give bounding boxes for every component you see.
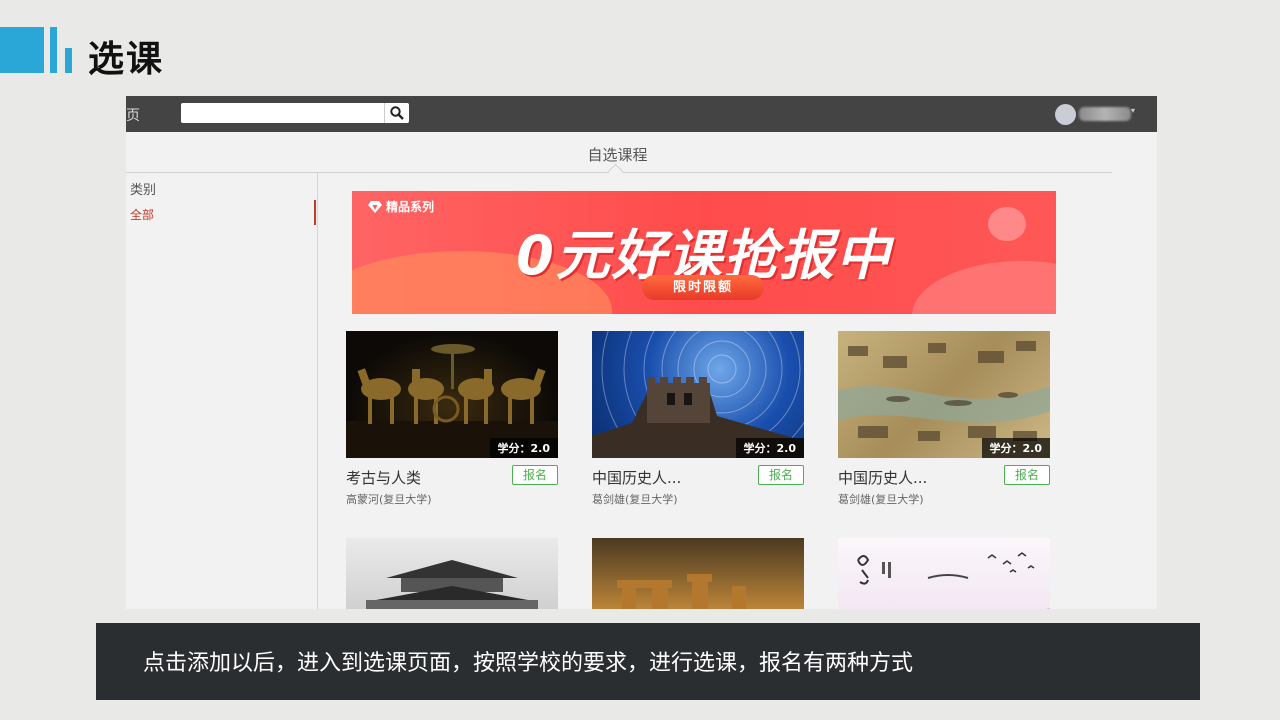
heading-caret-icon	[607, 163, 624, 180]
slide-title: 选课	[88, 39, 165, 80]
sidebar-heading: 类别	[130, 183, 157, 198]
title-accent-bar	[50, 27, 57, 73]
course-thumbnail[interactable]: 学分：2.0	[838, 331, 1050, 458]
title-accent-block	[0, 27, 44, 73]
signup-button[interactable]: 报名	[1004, 465, 1050, 485]
search-input[interactable]	[181, 103, 409, 123]
course-thumbnail[interactable]	[838, 538, 1050, 609]
course-card[interactable]	[346, 538, 558, 609]
course-card[interactable]: 学分：2.0 中国历史人... 报名 葛剑雄(复旦大学)	[592, 331, 804, 506]
course-image-palace	[366, 560, 538, 609]
course-card[interactable]: 学分：2.0 中国历史人... 报名 葛剑雄(复旦大学)	[838, 331, 1050, 506]
signup-button[interactable]: 报名	[512, 465, 558, 485]
title-accent-bar-short	[65, 48, 72, 73]
avatar-icon[interactable]	[1055, 104, 1076, 125]
course-title[interactable]: 中国历史人...	[838, 467, 927, 488]
promo-banner[interactable]: 精品系列 0元好课抢报中 限时限额	[352, 191, 1056, 314]
top-nav-bar: 页 ▾	[126, 96, 1157, 132]
course-credit-badge: 学分：2.0	[735, 438, 804, 458]
course-image-ruins	[617, 574, 746, 609]
nav-home-link[interactable]: 页	[126, 105, 140, 125]
sidebar-divider	[317, 173, 318, 609]
course-thumbnail[interactable]	[346, 538, 558, 609]
sidebar-active-indicator	[314, 200, 316, 225]
course-credit-badge: 学分：2.0	[981, 438, 1050, 458]
course-card[interactable]	[838, 538, 1050, 609]
course-card[interactable]: 学分：2.0 考古与人类 报名 高蒙河(复旦大学)	[346, 331, 558, 506]
course-title[interactable]: 考古与人类	[346, 467, 421, 488]
page-heading: 自选课程	[587, 146, 648, 164]
banner-pill[interactable]: 限时限额	[642, 275, 764, 300]
course-teacher: 葛剑雄(复旦大学)	[838, 493, 924, 506]
course-teacher: 高蒙河(复旦大学)	[346, 493, 432, 506]
course-thumbnail[interactable]: 学分：2.0	[346, 331, 558, 458]
signup-button[interactable]: 报名	[758, 465, 804, 485]
course-thumbnail[interactable]: 学分：2.0	[592, 331, 804, 458]
course-card[interactable]	[592, 538, 804, 609]
search-button[interactable]	[384, 103, 409, 123]
user-menu-caret-icon[interactable]: ▾	[1131, 106, 1135, 115]
app-screenshot: 页 ▾ 自选课程 类别 全部 精品系列 0元好课抢报中 限时限额 学分：2.0 …	[126, 96, 1157, 609]
search-icon	[390, 106, 404, 120]
sidebar-item-all[interactable]: 全部	[130, 206, 154, 223]
caption-bar: 点击添加以后，进入到选课页面，按照学校的要求，进行选课，报名有两种方式	[96, 623, 1200, 700]
course-teacher: 葛剑雄(复旦大学)	[592, 493, 678, 506]
course-title[interactable]: 中国历史人...	[592, 467, 681, 488]
course-thumbnail[interactable]	[592, 538, 804, 609]
caption-text: 点击添加以后，进入到选课页面，按照学校的要求，进行选课，报名有两种方式	[143, 651, 914, 676]
course-credit-badge: 学分：2.0	[489, 438, 558, 458]
username-blurred[interactable]	[1079, 107, 1131, 121]
course-image-ink-painting	[857, 552, 1050, 609]
